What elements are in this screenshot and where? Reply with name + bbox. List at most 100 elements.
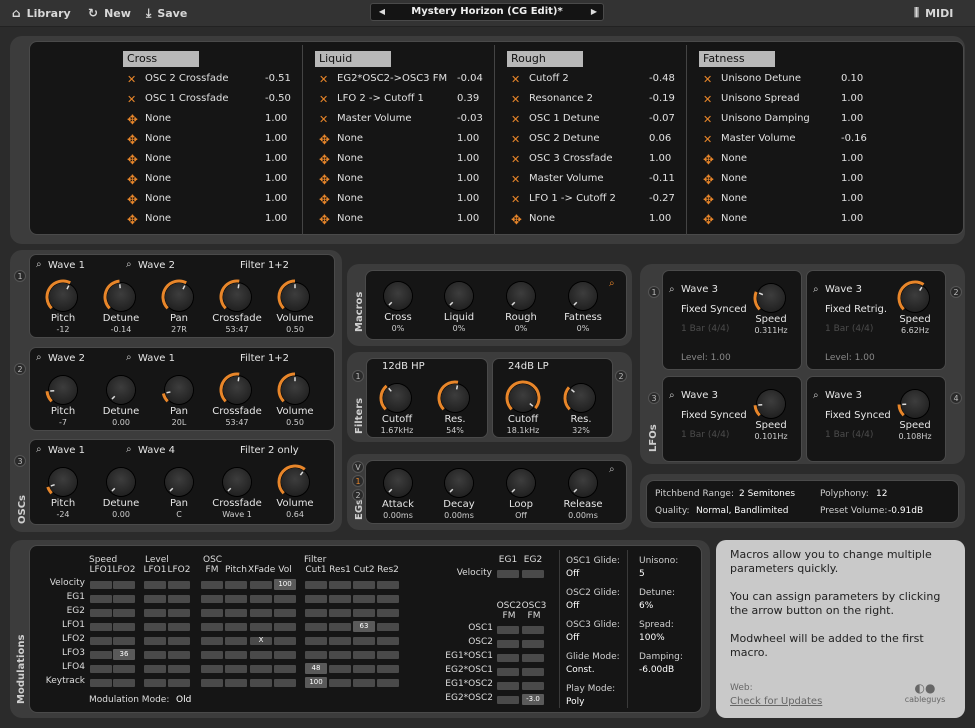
glide-value[interactable]: Off	[566, 569, 579, 579]
macro-amount[interactable]: 1.00	[841, 213, 863, 224]
macro-target[interactable]: OSC 2 Crossfade	[145, 73, 228, 84]
quality-value[interactable]: Normal, Bandlimited	[696, 506, 788, 516]
macro-knob[interactable]	[507, 282, 535, 310]
macro-target[interactable]: None	[337, 213, 363, 224]
fm-cell[interactable]	[522, 668, 544, 676]
mod-cell[interactable]	[201, 679, 223, 687]
fm-cell-value[interactable]: -3.0	[522, 694, 544, 705]
filter-type-select[interactable]: 12dB HP	[382, 361, 425, 372]
osc-knob[interactable]	[45, 279, 77, 311]
mod-cell[interactable]	[225, 595, 247, 603]
search-icon[interactable]: ⌕	[669, 390, 675, 401]
mod-cell[interactable]	[329, 595, 351, 603]
modulation-mode-value[interactable]: Old	[176, 695, 191, 705]
macro-amount[interactable]: 1.00	[649, 213, 671, 224]
mod-cell[interactable]	[274, 609, 296, 617]
macro-target[interactable]: None	[337, 133, 363, 144]
mod-cell[interactable]	[377, 581, 399, 589]
remove-assignment-icon[interactable]: ✕	[511, 93, 520, 106]
remove-assignment-icon[interactable]: ✕	[511, 193, 520, 206]
macro-target[interactable]: OSC 2 Detune	[529, 133, 600, 144]
midi-button[interactable]: ⫼ MIDI	[914, 6, 953, 20]
mod-cell[interactable]	[144, 581, 166, 589]
mod-cell[interactable]	[144, 679, 166, 687]
macro-amount[interactable]: -0.48	[649, 73, 675, 84]
macro-amount[interactable]: 1.00	[457, 133, 479, 144]
preset-volume-value[interactable]: -0.91dB	[888, 506, 923, 516]
macro-target[interactable]: Master Volume	[337, 113, 412, 124]
assign-arrows-icon[interactable]: ✥	[511, 213, 522, 228]
mod-cell[interactable]	[274, 679, 296, 687]
osc-knob[interactable]	[277, 279, 309, 311]
macro-target[interactable]: EG2*OSC2->OSC3 FM	[337, 73, 447, 84]
macro-amount[interactable]: 1.00	[265, 113, 287, 124]
macro-knob[interactable]	[569, 282, 597, 310]
mod-cell[interactable]	[305, 609, 327, 617]
fm-cell[interactable]	[497, 682, 519, 690]
mod-cell[interactable]	[201, 637, 223, 645]
fm-cell[interactable]	[497, 626, 519, 634]
macro-amount[interactable]: 1.00	[841, 173, 863, 184]
macro-amount[interactable]: 1.00	[457, 193, 479, 204]
filter-routing-select[interactable]: Filter 1+2	[240, 260, 289, 271]
osc-knob[interactable]	[107, 468, 135, 496]
fm-cell[interactable]	[497, 668, 519, 676]
macro-amount[interactable]: -0.16	[841, 133, 867, 144]
remove-assignment-icon[interactable]: ✕	[511, 153, 520, 166]
assign-arrows-icon[interactable]: ✥	[703, 193, 714, 208]
remove-assignment-icon[interactable]: ✕	[319, 93, 328, 106]
macro-target[interactable]: None	[337, 153, 363, 164]
fm-cell[interactable]	[497, 696, 519, 704]
fm-cell[interactable]	[522, 654, 544, 662]
remove-assignment-icon[interactable]: ✕	[703, 133, 712, 146]
osc-knob[interactable]	[223, 468, 251, 496]
check-updates-link[interactable]: Check for Updates	[730, 696, 822, 707]
mod-cell[interactable]	[305, 651, 327, 659]
mod-cell[interactable]	[144, 623, 166, 631]
mod-cell[interactable]	[274, 623, 296, 631]
search-icon[interactable]: ⌕	[126, 259, 132, 270]
mod-cell[interactable]	[353, 637, 375, 645]
mod-cell[interactable]	[250, 623, 272, 631]
lfo-wave-select[interactable]: Wave 3	[681, 284, 718, 295]
mod-cell[interactable]	[90, 637, 112, 645]
macro-target[interactable]: None	[337, 173, 363, 184]
mod-cell[interactable]	[250, 651, 272, 659]
mod-cell[interactable]	[377, 679, 399, 687]
mod-cell[interactable]	[225, 637, 247, 645]
mod-cell-value[interactable]: 100	[274, 579, 296, 590]
macro-target[interactable]: LFO 2 -> Cutoff 1	[337, 93, 424, 104]
osc-knob[interactable]	[277, 464, 309, 496]
osc-knob[interactable]	[45, 376, 77, 404]
mod-cell[interactable]	[144, 595, 166, 603]
filter-knob[interactable]	[505, 380, 541, 412]
mod-cell-value[interactable]: 100	[305, 677, 327, 688]
assign-arrows-icon[interactable]: ✥	[319, 193, 330, 208]
mod-cell[interactable]	[329, 623, 351, 631]
wave-b-select[interactable]: Wave 4	[138, 445, 175, 456]
macro-target[interactable]: Master Volume	[721, 133, 796, 144]
mod-cell[interactable]	[144, 651, 166, 659]
macro-target[interactable]: OSC 1 Crossfade	[145, 93, 228, 104]
macro-target[interactable]: None	[145, 133, 171, 144]
mod-cell[interactable]	[90, 609, 112, 617]
macro-target[interactable]: None	[529, 213, 555, 224]
glide-value[interactable]: Off	[566, 633, 579, 643]
mod-cell[interactable]	[90, 651, 112, 659]
assign-arrows-icon[interactable]: ✥	[127, 193, 138, 208]
mod-cell[interactable]	[329, 581, 351, 589]
search-icon[interactable]: ⌕	[36, 444, 42, 455]
macro-amount[interactable]: 1.00	[841, 93, 863, 104]
assign-arrows-icon[interactable]: ✥	[703, 153, 714, 168]
next-preset-icon[interactable]: ▶	[587, 4, 601, 20]
macro-target[interactable]: None	[721, 213, 747, 224]
search-icon[interactable]: ⌕	[126, 352, 132, 363]
mod-cell[interactable]	[250, 595, 272, 603]
macro-amount[interactable]: 1.00	[265, 133, 287, 144]
mod-cell[interactable]	[274, 665, 296, 673]
osc-knob[interactable]	[161, 279, 193, 311]
wave-a-select[interactable]: Wave 1	[48, 260, 85, 271]
fm-cell[interactable]	[522, 626, 544, 634]
wave-b-select[interactable]: Wave 1	[138, 353, 175, 364]
polyphony-value[interactable]: 12	[876, 489, 887, 499]
